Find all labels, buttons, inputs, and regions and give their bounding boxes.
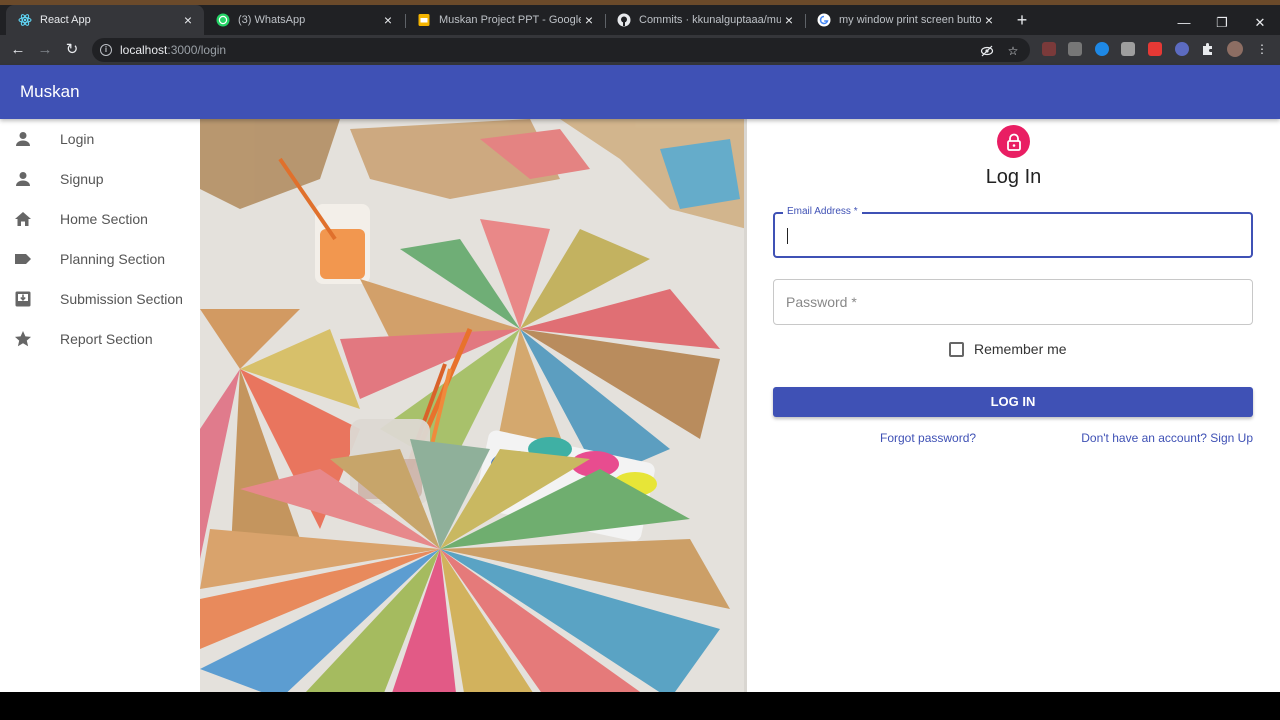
reload-icon[interactable]: ↻ xyxy=(61,39,83,61)
sidebar-item-label: Signup xyxy=(60,171,104,187)
remember-me-checkbox[interactable] xyxy=(949,341,964,357)
page-title: Log In xyxy=(985,166,1042,188)
close-tab-icon[interactable]: × xyxy=(981,12,997,28)
site-info-icon[interactable]: i xyxy=(100,44,112,56)
more-menu-icon[interactable]: ⋮ xyxy=(1255,42,1269,56)
home-icon xyxy=(14,210,32,228)
camera-extension-icon[interactable] xyxy=(1121,42,1135,56)
new-tab-button[interactable]: + xyxy=(1012,10,1032,30)
address-bar[interactable]: i localhost:3000/login ☆ xyxy=(92,38,1030,62)
close-window-button[interactable]: ✕ xyxy=(1240,10,1280,36)
sidebar-item-label: Report Section xyxy=(60,331,153,347)
extension-icon[interactable] xyxy=(1148,42,1162,56)
sidebar-item-label: Submission Section xyxy=(60,291,183,307)
close-tab-icon[interactable]: × xyxy=(380,12,396,28)
sidebar-item-label: Login xyxy=(60,131,95,147)
sidebar-item-planning[interactable]: Planning Section xyxy=(0,239,200,279)
paper-craft-flowers-photo xyxy=(200,119,747,692)
extension-icon[interactable] xyxy=(1175,42,1189,56)
puzzle-icon[interactable] xyxy=(1201,42,1215,56)
sidebar-item-submission[interactable]: Submission Section xyxy=(0,279,200,319)
sidebar-item-report[interactable]: Report Section xyxy=(0,319,200,359)
extension-icon[interactable] xyxy=(1042,42,1056,56)
person-icon xyxy=(14,170,32,188)
sidebar: Login Signup Home Section Planning Secti… xyxy=(0,119,200,692)
url-host: localhost xyxy=(120,43,168,57)
bookmark-star-icon[interactable]: ☆ xyxy=(1006,44,1020,58)
extension-icon[interactable] xyxy=(1095,42,1109,56)
signup-link[interactable]: Don't have an account? Sign Up xyxy=(1081,431,1253,445)
tab-react-app[interactable]: React App × xyxy=(6,5,204,35)
email-field[interactable]: Email Address * xyxy=(773,206,1253,258)
eye-off-icon[interactable] xyxy=(980,44,994,58)
tab-whatsapp[interactable]: (3) WhatsApp × xyxy=(204,5,404,35)
inbox-download-icon xyxy=(14,290,32,308)
google-slides-icon xyxy=(417,13,431,27)
person-icon xyxy=(14,130,32,148)
tab-title: (3) WhatsApp xyxy=(238,14,306,26)
app-bar: Muskan xyxy=(0,65,1280,119)
avatar[interactable] xyxy=(1227,41,1243,57)
whatsapp-icon xyxy=(216,13,230,27)
sidebar-item-label: Planning Section xyxy=(60,251,166,267)
browser-toolbar: ← → ↻ i localhost:3000/login ☆ ⋮ xyxy=(0,35,1280,65)
close-tab-icon[interactable]: × xyxy=(781,12,797,28)
tab-title: React App xyxy=(40,14,91,26)
lock-icon xyxy=(997,125,1030,158)
tab-google-slides[interactable]: Muskan Project PPT - Google Slid × xyxy=(405,5,605,35)
label-icon xyxy=(14,250,32,268)
page-content: Login Signup Home Section Planning Secti… xyxy=(0,119,1280,692)
password-input[interactable] xyxy=(774,280,1252,324)
email-input[interactable] xyxy=(775,214,1251,256)
google-icon xyxy=(817,13,831,27)
login-button[interactable]: LOG IN xyxy=(773,387,1253,417)
tab-title: my window print screen button s xyxy=(839,14,981,26)
sidebar-item-home[interactable]: Home Section xyxy=(0,199,200,239)
login-form: Log In Email Address * Remember me LOG I… xyxy=(747,119,1280,692)
sidebar-item-login[interactable]: Login xyxy=(0,119,200,159)
url-path: :3000/login xyxy=(167,43,227,57)
app-brand: Muskan xyxy=(20,82,80,101)
react-icon xyxy=(18,13,32,27)
tab-google-search[interactable]: my window print screen button s × xyxy=(805,5,1005,35)
extension-icon[interactable] xyxy=(1068,42,1082,56)
github-icon xyxy=(617,13,631,27)
tab-title: Muskan Project PPT - Google Slid xyxy=(439,14,581,26)
star-icon xyxy=(14,330,32,348)
close-tab-icon[interactable]: × xyxy=(180,12,196,28)
tab-github-commits[interactable]: Commits · kkunalguptaaa/muska × xyxy=(605,5,805,35)
taskbar-area xyxy=(0,692,1280,720)
sidebar-item-signup[interactable]: Signup xyxy=(0,159,200,199)
text-caret xyxy=(787,228,788,244)
maximize-button[interactable]: ❐ xyxy=(1202,10,1242,36)
forward-icon[interactable]: → xyxy=(34,39,56,61)
back-icon[interactable]: ← xyxy=(7,39,29,61)
minimize-button[interactable]: — xyxy=(1164,10,1204,36)
browser-tabstrip: React App × (3) WhatsApp × Muskan Projec… xyxy=(0,5,1280,35)
remember-me[interactable]: Remember me xyxy=(949,341,1067,357)
forgot-password-link[interactable]: Forgot password? xyxy=(880,431,976,445)
tab-title: Commits · kkunalguptaaa/muska xyxy=(639,14,781,26)
remember-me-label: Remember me xyxy=(974,341,1067,357)
sidebar-item-label: Home Section xyxy=(60,211,148,227)
password-field[interactable] xyxy=(773,279,1253,325)
close-tab-icon[interactable]: × xyxy=(581,12,597,28)
